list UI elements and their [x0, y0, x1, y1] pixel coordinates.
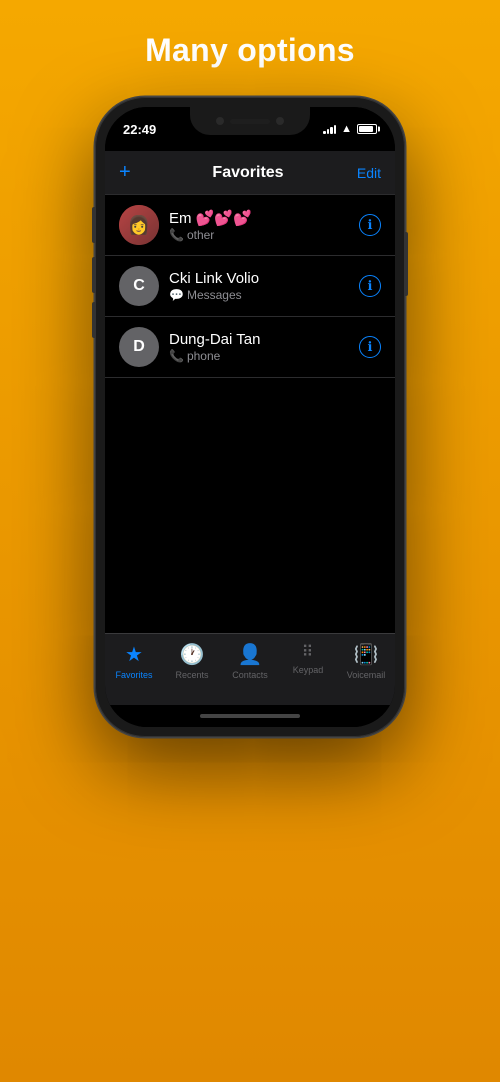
phone-frame: 22:49 ▲ — [95, 97, 405, 737]
info-button[interactable]: ℹ — [359, 336, 381, 358]
tab-keypad[interactable]: ⠿ Keypad — [279, 642, 337, 675]
status-bar: 22:49 ▲ — [105, 107, 395, 151]
tab-favorites[interactable]: ★ Favorites — [105, 642, 163, 680]
contact-name: Dung-Dai Tan — [169, 331, 359, 348]
notch — [190, 107, 310, 135]
list-item[interactable]: C Cki Link Volio 💬 Messages ℹ — [105, 256, 395, 317]
info-button[interactable]: ℹ — [359, 214, 381, 236]
battery-fill — [359, 126, 373, 132]
contacts-list: 👩 Em 💕💕💕 📞 other ℹ — [105, 195, 395, 633]
battery-icon — [357, 124, 377, 134]
contact-sub: 💬 Messages — [169, 288, 359, 302]
avatar: C — [119, 266, 159, 306]
edit-button[interactable]: Edit — [353, 165, 381, 181]
contact-sub: 📞 other — [169, 228, 359, 242]
contact-name: Cki Link Volio — [169, 270, 359, 287]
tab-label-favorites: Favorites — [115, 670, 152, 680]
tab-bar: ★ Favorites 🕐 Recents 👤 Contacts ⠿ Keypa… — [105, 633, 395, 705]
nav-bar: + Favorites Edit — [105, 151, 395, 195]
status-time: 22:49 — [123, 122, 156, 137]
contact-info: Em 💕💕💕 📞 other — [169, 209, 359, 242]
wifi-icon: ▲ — [341, 123, 352, 135]
tab-label-voicemail: Voicemail — [347, 670, 386, 680]
contact-info: Cki Link Volio 💬 Messages — [169, 270, 359, 302]
home-bar — [200, 714, 300, 718]
clock-icon: 🕐 — [180, 642, 205, 667]
contact-name: Em 💕💕💕 — [169, 209, 359, 227]
tab-voicemail[interactable]: 📳 Voicemail — [337, 642, 395, 680]
avatar: D — [119, 327, 159, 367]
tab-recents[interactable]: 🕐 Recents — [163, 642, 221, 680]
star-icon: ★ — [125, 642, 143, 667]
home-indicator — [105, 705, 395, 727]
nav-title: Favorites — [143, 164, 353, 182]
info-button[interactable]: ℹ — [359, 275, 381, 297]
voicemail-icon: 📳 — [354, 642, 379, 667]
avatar-photo: 👩 — [119, 205, 159, 245]
page-title: Many options — [145, 32, 355, 69]
list-item[interactable]: D Dung-Dai Tan 📞 phone ℹ — [105, 317, 395, 378]
tab-label-contacts: Contacts — [232, 670, 268, 680]
avatar: 👩 — [119, 205, 159, 245]
notch-camera — [216, 117, 224, 125]
phone-icon: 📞 — [169, 228, 184, 242]
list-item[interactable]: 👩 Em 💕💕💕 📞 other ℹ — [105, 195, 395, 256]
status-icons: ▲ — [323, 123, 377, 135]
phone-screen: 22:49 ▲ — [105, 107, 395, 727]
contact-info: Dung-Dai Tan 📞 phone — [169, 331, 359, 363]
tab-label-recents: Recents — [175, 670, 208, 680]
notch-speaker — [230, 119, 270, 124]
signal-icon — [323, 124, 336, 134]
messages-icon: 💬 — [169, 288, 184, 302]
add-button[interactable]: + — [119, 161, 143, 184]
contact-sub: 📞 phone — [169, 349, 359, 363]
tab-label-keypad: Keypad — [293, 665, 324, 675]
person-icon: 👤 — [238, 642, 263, 667]
notch-sensor — [276, 117, 284, 125]
tab-contacts[interactable]: 👤 Contacts — [221, 642, 279, 680]
phone-mockup: 22:49 ▲ — [95, 97, 405, 737]
keypad-icon: ⠿ — [302, 642, 315, 662]
phone-icon: 📞 — [169, 349, 184, 363]
